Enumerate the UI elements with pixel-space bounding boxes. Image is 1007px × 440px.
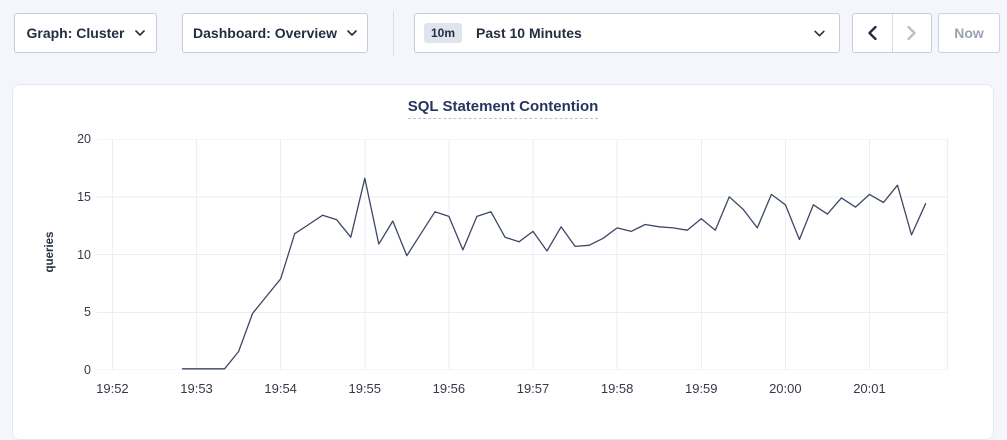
- y-axis-tick-label: 0: [55, 362, 91, 378]
- graph-dropdown-button[interactable]: Graph: Cluster: [14, 13, 157, 53]
- pager-group: [852, 13, 932, 53]
- time-range-badge: 10m: [424, 23, 462, 43]
- y-axis-tick-label: 10: [55, 247, 91, 263]
- x-axis-tick-label: 19:55: [335, 381, 395, 396]
- dashboard-dropdown-button[interactable]: Dashboard: Overview: [182, 13, 368, 53]
- chart-title: SQL Statement Contention: [13, 98, 993, 116]
- x-axis-tick-label: 19:54: [251, 381, 311, 396]
- chart-plot-svg: [97, 139, 948, 370]
- now-button[interactable]: Now: [938, 13, 1000, 53]
- x-axis-tick-label: 19:52: [82, 381, 142, 396]
- x-axis-tick-label: 19:53: [167, 381, 227, 396]
- x-axis-tick-label: 19:56: [419, 381, 479, 396]
- graph-dropdown-label: Graph: Cluster: [26, 25, 124, 41]
- y-axis-tick-label: 5: [55, 304, 91, 320]
- x-axis-tick-label: 19:59: [671, 381, 731, 396]
- x-axis-tick-label: 19:58: [587, 381, 647, 396]
- time-range-label: Past 10 Minutes: [476, 25, 800, 41]
- chart-line: [183, 178, 926, 368]
- x-axis-tick-label: 20:00: [755, 381, 815, 396]
- toolbar-divider: [393, 11, 394, 56]
- x-axis-tick-label: 20:01: [839, 381, 899, 396]
- x-axis-tick-label: 19:57: [503, 381, 563, 396]
- chevron-down-icon: [135, 30, 145, 36]
- chart-plot[interactable]: [97, 139, 948, 370]
- now-button-label: Now: [954, 25, 984, 41]
- chevron-down-icon: [814, 30, 825, 37]
- dashboard-dropdown-label: Dashboard: Overview: [193, 25, 337, 41]
- chart-title-link[interactable]: SQL Statement Contention: [408, 98, 599, 119]
- next-range-button[interactable]: [892, 14, 932, 52]
- chevron-right-icon: [907, 26, 916, 40]
- prev-range-button[interactable]: [853, 14, 892, 52]
- chevron-left-icon: [868, 26, 877, 40]
- y-axis-tick-label: 15: [55, 189, 91, 205]
- time-range-picker[interactable]: 10m Past 10 Minutes: [414, 13, 840, 53]
- chart-card: SQL Statement Contention queries 0510152…: [12, 84, 994, 440]
- chevron-down-icon: [347, 30, 357, 36]
- y-axis-tick-label: 20: [55, 131, 91, 147]
